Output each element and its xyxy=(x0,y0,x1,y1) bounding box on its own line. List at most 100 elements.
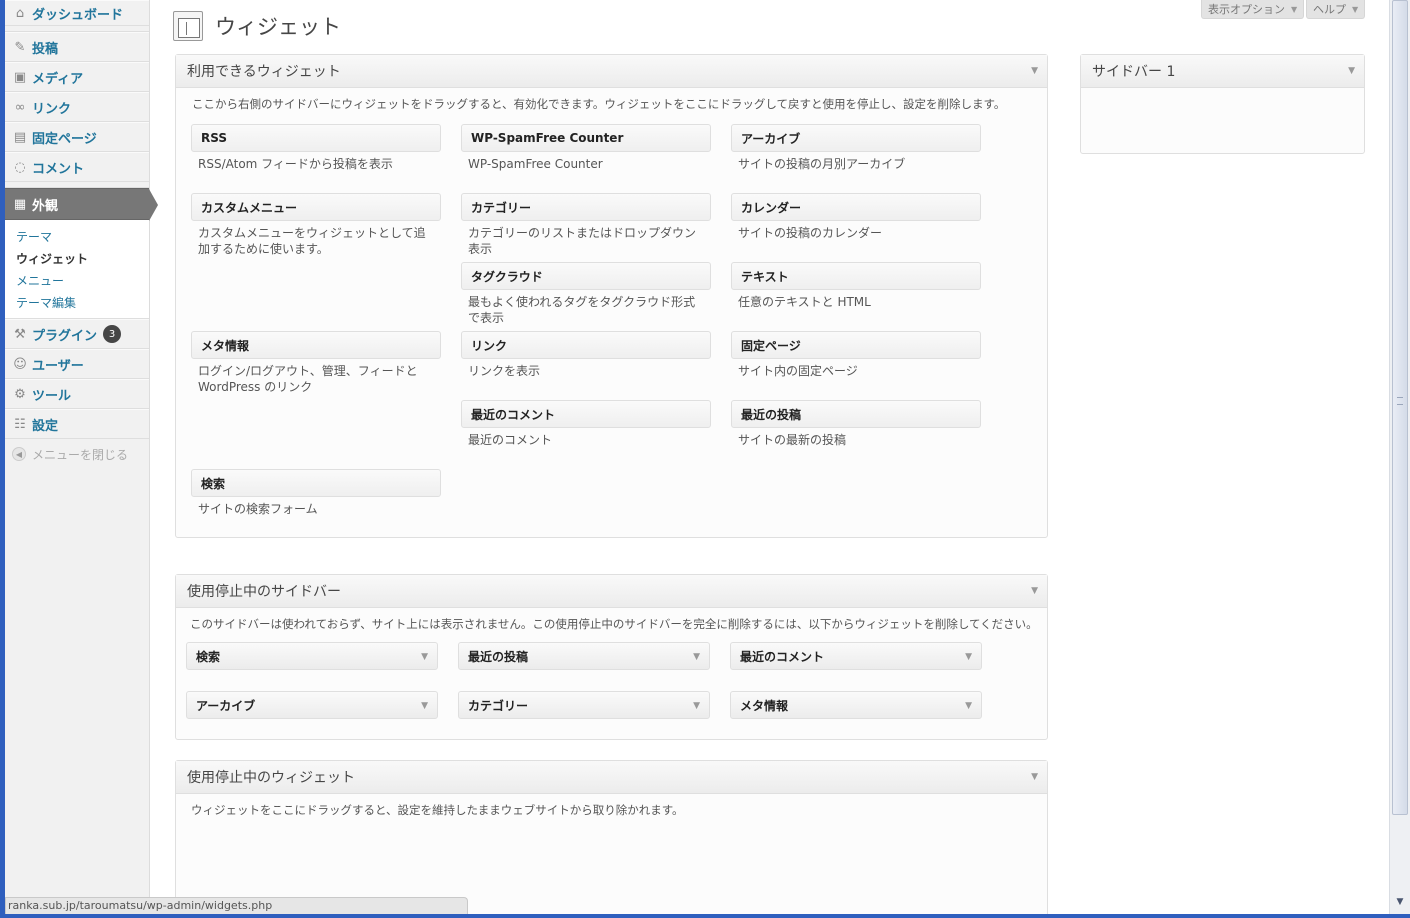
widget-title[interactable]: カスタムメニュー xyxy=(191,193,441,221)
menu-media[interactable]: ▣ メディア xyxy=(5,62,149,92)
available-widgets-description: ここから右側のサイドバーにウィジェットをドラッグすると、有効化できます。ウィジェ… xyxy=(192,97,1006,111)
menu-links[interactable]: ∞ リンク xyxy=(5,92,149,122)
widget-title[interactable]: テキスト xyxy=(731,262,981,290)
home-icon: ⌂ xyxy=(15,5,25,21)
inactive-sidebar-header[interactable]: 使用停止中のサイドバー ▼ xyxy=(176,575,1047,608)
submenu-themes[interactable]: テーマ xyxy=(16,226,149,248)
menu-comments[interactable]: ◌ コメント xyxy=(5,152,149,182)
inactive-widgets-title: 使用停止中のウィジェット xyxy=(187,770,355,786)
settings-icon: ☷ xyxy=(14,416,26,432)
widget-title[interactable]: 最近の投稿 xyxy=(731,400,981,428)
menu-users[interactable]: ☺ ユーザー xyxy=(5,349,149,379)
menu-label: プラグイン xyxy=(32,328,98,344)
collapse-menu-label: メニューを閉じる xyxy=(32,447,129,462)
widget-links[interactable]: リンク リンクを表示 xyxy=(461,331,711,379)
menu-label: リンク xyxy=(32,101,72,117)
toggle-arrow-icon[interactable]: ▼ xyxy=(1031,772,1038,782)
submenu-menus[interactable]: メニュー xyxy=(16,270,149,292)
inactive-widget-search[interactable]: 検索 ▼ xyxy=(186,642,438,670)
menu-dashboard[interactable]: ⌂ ダッシュボード xyxy=(5,0,149,26)
menu-label: ダッシュボード xyxy=(32,7,124,23)
menu-plugins[interactable]: ⚒ プラグイン 3 xyxy=(5,319,149,349)
widget-title[interactable]: カテゴリー xyxy=(461,193,711,221)
inactive-widgets-header[interactable]: 使用停止中のウィジェット ▼ xyxy=(176,761,1047,794)
inactive-widget-recent-posts[interactable]: 最近の投稿 ▼ xyxy=(458,642,710,670)
widget-calendar[interactable]: カレンダー サイトの投稿のカレンダー xyxy=(731,193,981,241)
widget-description: RSS/Atom フィードから投稿を表示 xyxy=(198,157,393,171)
menu-appearance[interactable]: ▦ 外観 xyxy=(5,188,158,221)
widget-recent-posts[interactable]: 最近の投稿 サイトの最新の投稿 xyxy=(731,400,981,448)
chevron-down-icon[interactable]: ▼ xyxy=(693,652,700,662)
submenu-widgets[interactable]: ウィジェット xyxy=(16,248,149,270)
toggle-arrow-icon[interactable]: ▼ xyxy=(1348,66,1355,76)
widget-title[interactable]: 最近のコメント xyxy=(461,400,711,428)
scroll-down-arrow-icon[interactable]: ▼ xyxy=(1392,894,1408,910)
available-widgets-header[interactable]: 利用できるウィジェット ▼ xyxy=(176,55,1047,88)
widget-text[interactable]: テキスト 任意のテキストと HTML xyxy=(731,262,981,310)
inactive-widget-categories[interactable]: カテゴリー ▼ xyxy=(458,691,710,719)
collapse-arrow-icon: ◀ xyxy=(12,447,26,461)
widget-title[interactable]: RSS xyxy=(191,124,441,152)
widget-pages[interactable]: 固定ページ サイト内の固定ページ xyxy=(731,331,981,379)
widget-title[interactable]: メタ情報 xyxy=(191,331,441,359)
page-icon: ▤ xyxy=(13,129,27,145)
menu-tools[interactable]: ⚙ ツール xyxy=(5,379,149,409)
widget-custom-menu[interactable]: カスタムメニュー カスタムメニューをウィジェットとして追加するために使います。 xyxy=(191,193,441,257)
chevron-down-icon[interactable]: ▼ xyxy=(965,701,972,711)
widget-archives[interactable]: アーカイブ サイトの投稿の月別アーカイブ xyxy=(731,124,981,172)
chevron-down-icon[interactable]: ▼ xyxy=(693,701,700,711)
widget-title[interactable]: タグクラウド xyxy=(461,262,711,290)
sidebar-1-header[interactable]: サイドバー 1 ▼ xyxy=(1081,55,1364,88)
pin-icon: ✎ xyxy=(14,39,26,55)
toggle-arrow-icon[interactable]: ▼ xyxy=(1031,66,1038,76)
widget-title: 最近の投稿 xyxy=(468,649,529,664)
plugin-update-count-badge: 3 xyxy=(103,325,122,343)
sidebar-1-panel: サイドバー 1 ▼ xyxy=(1080,54,1365,154)
widget-description: サイトの最新の投稿 xyxy=(738,433,847,447)
inactive-widget-recent-comments[interactable]: 最近のコメント ▼ xyxy=(730,642,982,670)
help-button[interactable]: ヘルプ ▼ xyxy=(1306,0,1366,19)
widget-description: 最近のコメント xyxy=(468,433,553,447)
widget-meta[interactable]: メタ情報 ログイン/ログアウト、管理、フィードと WordPress のリンク xyxy=(191,331,441,395)
appearance-submenu: テーマ ウィジェット メニュー テーマ編集 xyxy=(5,220,149,319)
vertical-scrollbar[interactable]: ▼ xyxy=(1389,0,1410,914)
inactive-sidebar-description: このサイドバーは使われておらず、サイト上には表示されません。この使用停止中のサイ… xyxy=(190,617,1038,631)
widget-title[interactable]: アーカイブ xyxy=(731,124,981,152)
menu-label: メディア xyxy=(32,71,84,87)
widget-rss[interactable]: RSS RSS/Atom フィードから投稿を表示 xyxy=(191,124,441,172)
widget-categories[interactable]: カテゴリー カテゴリーのリストまたはドロップダウン表示 xyxy=(461,193,711,257)
widget-title[interactable]: 検索 xyxy=(191,469,441,497)
widget-search[interactable]: 検索 サイトの検索フォーム xyxy=(191,469,441,517)
widget-title[interactable]: WP-SpamFree Counter xyxy=(461,124,711,152)
submenu-theme-editor[interactable]: テーマ編集 xyxy=(16,292,149,314)
widget-title[interactable]: 固定ページ xyxy=(731,331,981,359)
widget-tag-cloud[interactable]: タグクラウド 最もよく使われるタグをタグクラウド形式で表示 xyxy=(461,262,711,326)
admin-menu: ⌂ ダッシュボード ✎ 投稿 ▣ メディア ∞ リンク ▤ 固定ページ ◌ コメ… xyxy=(5,0,158,914)
menu-label: ツール xyxy=(32,388,72,404)
widget-recent-comments[interactable]: 最近のコメント 最近のコメント xyxy=(461,400,711,448)
widget-title[interactable]: カレンダー xyxy=(731,193,981,221)
chevron-down-icon: ▼ xyxy=(1352,4,1359,14)
menu-label: 固定ページ xyxy=(32,131,97,147)
scrollbar-thumb[interactable] xyxy=(1392,0,1408,815)
widget-description: ログイン/ログアウト、管理、フィードと WordPress のリンク xyxy=(198,364,418,394)
inactive-widget-archives[interactable]: アーカイブ ▼ xyxy=(186,691,438,719)
widget-description: カスタムメニューをウィジェットとして追加するために使います。 xyxy=(198,226,426,256)
widget-title[interactable]: リンク xyxy=(461,331,711,359)
menu-posts[interactable]: ✎ 投稿 xyxy=(5,32,149,62)
widget-wp-spamfree-counter[interactable]: WP-SpamFree Counter WP-SpamFree Counter xyxy=(461,124,711,172)
plugin-icon: ⚒ xyxy=(14,326,26,342)
tools-icon: ⚙ xyxy=(14,386,26,402)
chevron-down-icon[interactable]: ▼ xyxy=(421,701,428,711)
menu-pages[interactable]: ▤ 固定ページ xyxy=(5,122,149,152)
toggle-arrow-icon[interactable]: ▼ xyxy=(1031,586,1038,596)
chevron-down-icon[interactable]: ▼ xyxy=(965,652,972,662)
collapse-menu-button[interactable]: ◀ メニューを閉じる xyxy=(5,439,149,469)
sidebar-1-title: サイドバー 1 xyxy=(1092,64,1176,80)
screen-options-button[interactable]: 表示オプション ▼ xyxy=(1201,0,1305,19)
chevron-down-icon[interactable]: ▼ xyxy=(421,652,428,662)
available-widgets-panel: 利用できるウィジェット ▼ ここから右側のサイドバーにウィジェットをドラッグする… xyxy=(175,54,1048,538)
menu-settings[interactable]: ☷ 設定 xyxy=(5,409,149,439)
screen-options-label: 表示オプション xyxy=(1208,3,1285,16)
inactive-widget-meta[interactable]: メタ情報 ▼ xyxy=(730,691,982,719)
